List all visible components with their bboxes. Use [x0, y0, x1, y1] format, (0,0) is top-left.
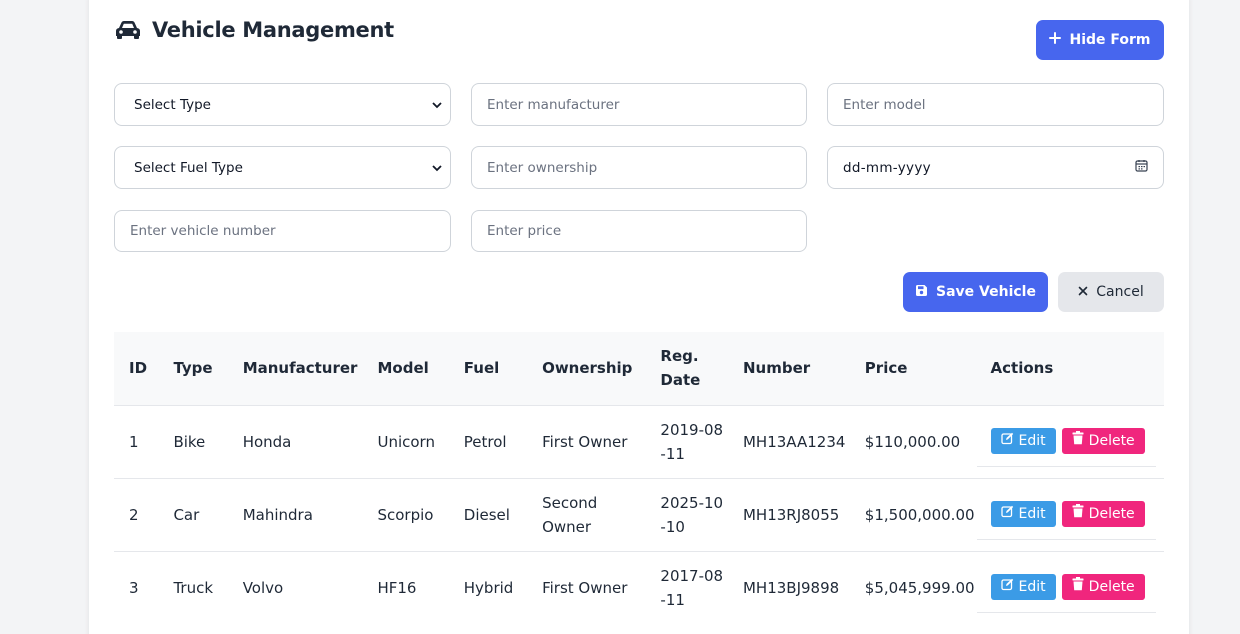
manufacturer-placeholder: Enter manufacturer	[487, 96, 620, 113]
type-select-value: Select Type	[134, 96, 211, 113]
cell-reg-date: 2017-08-11	[660, 566, 724, 609]
cell-fuel: Petrol	[463, 432, 507, 451]
cancel-button[interactable]: Cancel	[1058, 272, 1164, 312]
edit-label: Edit	[1018, 506, 1046, 522]
cell-fuel: Diesel	[463, 505, 510, 524]
cell-number: MH13BJ9898	[742, 578, 840, 597]
cell-actions: Edit Delete	[976, 405, 1164, 478]
column-header[interactable]: Ownership	[534, 332, 652, 405]
row-actions: Edit Delete	[976, 574, 1156, 614]
edit-label: Edit	[1018, 579, 1046, 596]
edit-icon	[1000, 502, 1014, 526]
cell-manufacturer: Volvo	[242, 578, 284, 597]
cell-number: MH13AA1234	[742, 432, 846, 451]
delete-button[interactable]: Delete	[1061, 501, 1145, 527]
vehicle-table: ID Type Manufacturer Model Fuel Ownershi…	[114, 332, 1164, 624]
fuel-type-select[interactable]: Select Fuel Type	[114, 146, 451, 189]
table-row: 3 Truck Volvo HF16 Hybrid First Owner 20…	[114, 551, 1164, 624]
column-header[interactable]: Manufacturer	[235, 332, 370, 405]
registration-date-input[interactable]: dd-mm-yyyy	[827, 146, 1164, 189]
trash-icon	[1072, 429, 1084, 453]
cell-price: $1,500,000.00	[864, 505, 975, 524]
fuel-select-value: Select Fuel Type	[134, 159, 243, 176]
trash-icon	[1072, 575, 1084, 599]
edit-button[interactable]: Edit	[990, 574, 1056, 601]
price-placeholder: Enter price	[487, 223, 562, 239]
edit-icon	[1000, 429, 1014, 453]
vehicle-number-input[interactable]: Enter vehicle number	[114, 210, 451, 252]
column-header[interactable]: Model	[369, 332, 455, 405]
cell-reg-date: 2019-08-11	[660, 420, 724, 463]
trash-icon	[1072, 502, 1084, 526]
cell-type: Car	[173, 505, 200, 524]
ownership-placeholder: Enter ownership	[487, 159, 598, 176]
cell-ownership: First Owner	[542, 578, 628, 597]
table-row: 1 Bike Honda Unicorn Petrol First Owner …	[114, 405, 1164, 478]
manufacturer-input[interactable]: Enter manufacturer	[471, 83, 807, 126]
cell-ownership: First Owner	[542, 432, 628, 451]
table-header-row: ID Type Manufacturer Model Fuel Ownershi…	[114, 332, 1164, 405]
chevron-down-icon	[432, 97, 442, 113]
plus-icon	[1049, 32, 1062, 48]
edit-button[interactable]: Edit	[990, 428, 1056, 454]
cell-fuel: Hybrid	[463, 578, 514, 597]
cancel-label: Cancel	[1096, 284, 1144, 300]
edit-button[interactable]: Edit	[990, 501, 1056, 527]
cell-number: MH13RJ8055	[742, 505, 840, 524]
edit-icon	[1000, 575, 1014, 599]
cell-actions: Edit Delete	[976, 551, 1164, 624]
column-header[interactable]: ID	[114, 332, 165, 405]
ownership-input[interactable]: Enter ownership	[471, 146, 807, 189]
cell-model: Unicorn	[377, 432, 435, 451]
hide-form-label: Hide Form	[1069, 32, 1151, 48]
column-header: Actions	[990, 359, 1054, 378]
column-header[interactable]: Number	[735, 332, 857, 405]
cell-model: HF16	[377, 578, 417, 597]
vehicle-table-container: ID Type Manufacturer Model Fuel Ownershi…	[114, 332, 1164, 624]
cell-reg-date: 2025-10-10	[660, 493, 724, 536]
delete-button[interactable]: Delete	[1061, 574, 1145, 601]
chevron-down-icon	[432, 160, 442, 176]
edit-label: Edit	[1018, 433, 1046, 449]
column-header[interactable]: Fuel	[456, 332, 534, 405]
car-icon	[114, 19, 142, 41]
column-header[interactable]: Reg. Date	[652, 332, 735, 405]
save-vehicle-button[interactable]: Save Vehicle	[903, 272, 1048, 312]
model-input[interactable]: Enter model	[827, 83, 1164, 126]
vehicle-number-placeholder: Enter vehicle number	[130, 223, 276, 239]
cell-price: $5,045,999.00	[864, 578, 975, 597]
cell-type: Truck	[173, 578, 214, 597]
delete-button[interactable]: Delete	[1061, 428, 1145, 454]
cell-manufacturer: Mahindra	[242, 505, 313, 524]
price-input[interactable]: Enter price	[471, 210, 807, 252]
date-placeholder: dd-mm-yyyy	[843, 159, 931, 176]
page-title: Vehicle Management	[152, 18, 394, 42]
save-vehicle-label: Save Vehicle	[936, 284, 1036, 300]
cell-actions: Edit Delete	[976, 478, 1164, 551]
calendar-icon[interactable]	[1135, 159, 1148, 176]
close-icon	[1078, 284, 1088, 300]
cell-id: 2	[129, 505, 139, 524]
model-placeholder: Enter model	[843, 96, 926, 113]
row-actions: Edit Delete	[976, 501, 1156, 540]
cell-ownership: Second Owner	[542, 493, 598, 536]
hide-form-button[interactable]: Hide Form	[1036, 20, 1164, 60]
delete-label: Delete	[1088, 506, 1135, 522]
type-select[interactable]: Select Type	[114, 83, 451, 126]
cell-id: 3	[129, 578, 139, 597]
delete-label: Delete	[1088, 579, 1135, 596]
cell-manufacturer: Honda	[242, 432, 292, 451]
row-actions: Edit Delete	[976, 428, 1156, 467]
column-header[interactable]: Price	[857, 332, 983, 405]
table-row: 2 Car Mahindra Scorpio Diesel Second Own…	[114, 478, 1164, 551]
floppy-disk-icon	[915, 284, 928, 301]
column-header[interactable]: Type	[165, 332, 234, 405]
page-header: Vehicle Management	[114, 18, 394, 42]
cell-model: Scorpio	[377, 505, 434, 524]
delete-label: Delete	[1088, 433, 1135, 449]
cell-price: $110,000.00	[864, 432, 961, 451]
cell-type: Bike	[173, 432, 206, 451]
cell-id: 1	[129, 432, 139, 451]
